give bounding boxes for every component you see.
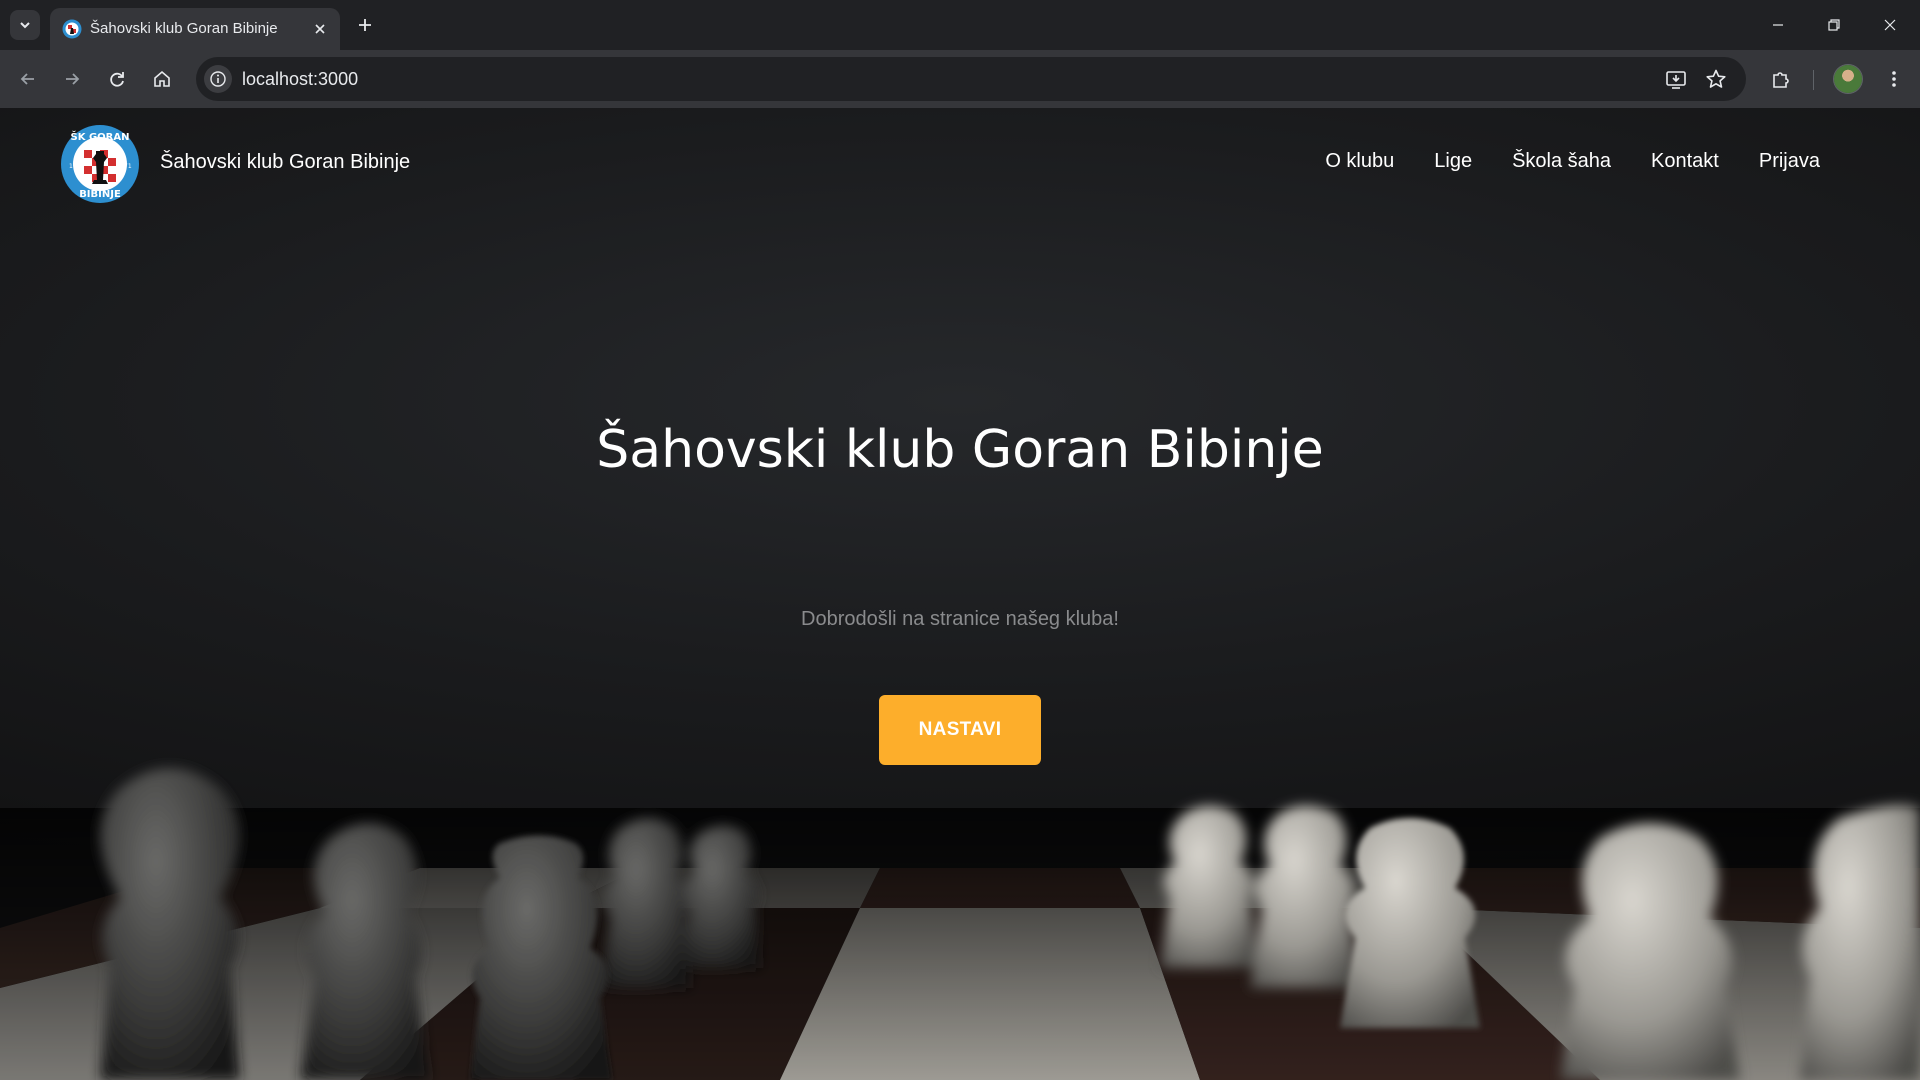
forward-button[interactable] — [58, 65, 86, 93]
bookmark-button[interactable] — [1704, 67, 1728, 91]
tab-title: Šahovski klub Goran Bibinje — [90, 20, 278, 37]
browser-tab-strip: Šahovski klub Goran Bibinje — [0, 0, 1920, 50]
reload-button[interactable] — [103, 65, 131, 93]
star-icon — [1706, 69, 1726, 88]
club-logo[interactable]: ŠK GORAN BIBINJE 19 71 — [60, 124, 140, 204]
close-icon — [315, 24, 325, 34]
club-logo-favicon-icon — [62, 19, 82, 39]
hero-subtitle: Dobrodošli na stranice našeg kluba! — [801, 608, 1119, 630]
logo-text-top: ŠK GORAN — [71, 130, 130, 143]
continue-button[interactable]: NASTAVI — [879, 695, 1041, 765]
restore-button[interactable] — [1816, 10, 1852, 40]
install-icon — [1666, 71, 1686, 89]
close-window-button[interactable] — [1872, 10, 1908, 40]
nav-kontakt[interactable]: Kontakt — [1651, 150, 1719, 173]
address-bar[interactable]: localhost:3000 — [196, 57, 1746, 101]
site-brand-name[interactable]: Šahovski klub Goran Bibinje — [160, 151, 410, 174]
browser-tab[interactable]: Šahovski klub Goran Bibinje — [50, 8, 340, 50]
web-page: ŠK GORAN BIBINJE 19 71 Šahovski klub Gor… — [0, 108, 1920, 1080]
nav-prijava[interactable]: Prijava — [1759, 150, 1820, 173]
extensions-button[interactable] — [1767, 65, 1795, 93]
reload-icon — [110, 72, 124, 87]
home-button[interactable] — [148, 65, 176, 93]
close-icon — [1884, 19, 1896, 31]
logo-text-bottom: BIBINJE — [79, 189, 121, 200]
arrow-left-icon — [20, 73, 34, 85]
puzzle-icon — [1773, 72, 1789, 88]
site-info-button[interactable] — [204, 65, 232, 93]
install-app-button[interactable] — [1664, 67, 1688, 91]
minimize-icon — [1773, 24, 1783, 26]
new-tab-button[interactable] — [352, 12, 378, 38]
chevron-down-icon — [20, 22, 30, 29]
url-text[interactable]: localhost:3000 — [242, 69, 358, 90]
chess-background-image — [0, 768, 1920, 1080]
logo-year-left: 19 — [69, 163, 77, 170]
nav-lige[interactable]: Lige — [1434, 150, 1472, 173]
browser-menu-button[interactable] — [1880, 65, 1908, 93]
nav-o-klubu[interactable]: O klubu — [1325, 150, 1394, 173]
back-button[interactable] — [14, 65, 42, 93]
toolbar-divider — [1813, 70, 1814, 90]
logo-year-right: 71 — [124, 163, 132, 170]
more-vertical-icon — [1892, 71, 1896, 87]
minimize-button[interactable] — [1760, 10, 1796, 40]
info-icon — [210, 71, 226, 87]
tab-search-button[interactable] — [10, 10, 40, 40]
nav-skola-saha[interactable]: Škola šaha — [1512, 150, 1611, 173]
plus-icon — [359, 19, 371, 31]
site-navbar: ŠK GORAN BIBINJE 19 71 Šahovski klub Gor… — [0, 108, 1920, 218]
tab-close-button[interactable] — [310, 19, 330, 39]
browser-toolbar: localhost:3000 — [0, 50, 1920, 108]
main-nav: O klubu Lige Škola šaha Kontakt Prijava — [1325, 150, 1820, 173]
home-icon — [154, 70, 170, 87]
restore-icon — [1828, 19, 1840, 31]
arrow-right-icon — [66, 73, 80, 85]
profile-avatar[interactable] — [1834, 65, 1862, 93]
hero-title: Šahovski klub Goran Bibinje — [596, 420, 1324, 480]
